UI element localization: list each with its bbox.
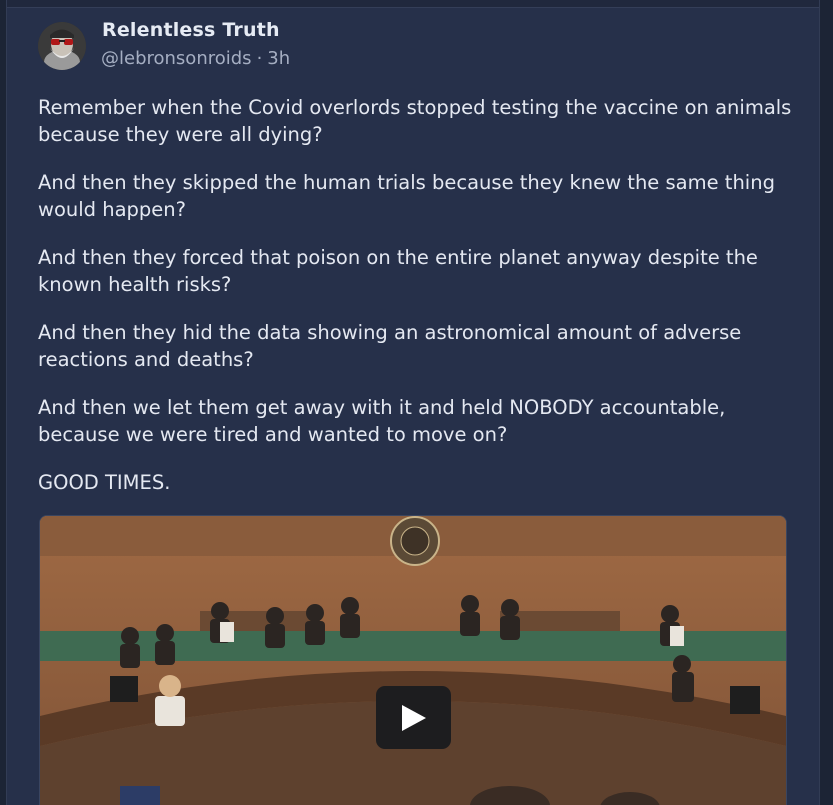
avatar[interactable] bbox=[38, 22, 86, 70]
user-handle[interactable]: @lebronsonroids bbox=[101, 48, 252, 69]
video-player[interactable] bbox=[39, 515, 787, 805]
video-thumbnail bbox=[40, 516, 786, 805]
page-edge bbox=[819, 0, 833, 805]
post-paragraph: Remember when the Covid overlords stoppe… bbox=[38, 96, 792, 146]
post-paragraph: And then we let them get away with it an… bbox=[38, 396, 726, 446]
post-text: Remember when the Covid overlords stoppe… bbox=[38, 95, 798, 519]
post-paragraph: And then they hid the data showing an as… bbox=[38, 321, 742, 371]
post-paragraph: And then they forced that poison on the … bbox=[38, 246, 758, 296]
post-meta: @lebronsonroids · 3h bbox=[101, 48, 290, 69]
post-card: Relentless Truth @lebronsonroids · 3h Reme… bbox=[6, 0, 820, 805]
display-name[interactable]: Relentless Truth bbox=[102, 19, 280, 41]
divider bbox=[7, 0, 819, 8]
post-paragraph: And then they skipped the human trials b… bbox=[38, 171, 775, 221]
play-button[interactable] bbox=[376, 686, 451, 749]
post-time[interactable]: 3h bbox=[267, 48, 290, 69]
post-paragraph: GOOD TIMES. bbox=[38, 471, 171, 494]
meta-separator: · bbox=[256, 48, 263, 69]
avatar-image bbox=[38, 22, 86, 70]
play-icon bbox=[401, 704, 426, 731]
